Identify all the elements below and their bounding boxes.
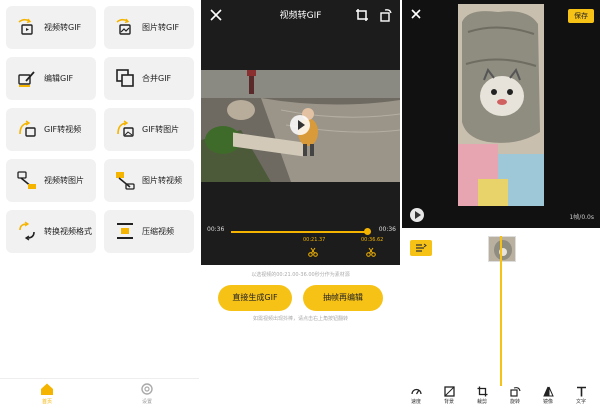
scissor-end-icon[interactable] [366, 247, 376, 257]
timeline-playhead[interactable] [500, 236, 502, 386]
gif-to-image-icon [117, 120, 134, 137]
tile-image-to-gif[interactable]: 图片转GIF [104, 6, 194, 49]
gif-to-video-icon [19, 120, 36, 137]
frames-icon [416, 243, 427, 252]
tile-compress-video[interactable]: 压缩视频 [104, 210, 194, 253]
rotate-icon[interactable] [379, 8, 393, 22]
tool-label: 裁剪 [476, 399, 487, 405]
tile-gif-to-image[interactable]: GIF转图片 [104, 108, 194, 151]
tile-label: GIF转图片 [142, 125, 180, 134]
time-start: 00:36 [207, 226, 225, 233]
frames-toggle-button[interactable] [410, 240, 432, 256]
tool-label: 文字 [575, 399, 586, 405]
tile-convert-format[interactable]: 转换视频格式 [6, 210, 96, 253]
direct-generate-button[interactable]: 直接生成GIF [218, 285, 292, 311]
tool-label: 旋转 [509, 399, 520, 405]
tile-video-to-image[interactable]: 视频转图片 [6, 159, 96, 202]
video-to-gif-icon [18, 18, 33, 35]
marker-start-time: 00:21.37 [303, 237, 326, 243]
trim-timeline[interactable]: 00:36 00:36 00:21.37 00:36.62 [201, 220, 400, 260]
source-hint: 以选视频的00:21.00-36.00秒分作为素材源 [251, 272, 350, 278]
nav-label: 首页 [41, 399, 52, 405]
frame-thumbnail[interactable] [488, 236, 516, 262]
mirror-icon [542, 386, 554, 397]
tile-label: GIF转视频 [44, 125, 82, 134]
play-button[interactable] [410, 208, 424, 222]
frame-rate: 1帧/0.0s [569, 214, 594, 221]
home-screen: 视频转GIF 图片转GIF 编辑GIF 合并GIF GIF转视频 GIF转图片 [0, 0, 199, 410]
background-icon [443, 386, 455, 397]
video-to-image-icon [17, 171, 36, 189]
timeline-knob[interactable] [364, 228, 372, 235]
edit-toolbar: 速度 背景 裁剪 旋转 镜像 文字 [402, 384, 600, 410]
tool-speed[interactable]: 速度 [402, 386, 430, 405]
rotate-icon [509, 387, 521, 397]
tile-merge-gif[interactable]: 合并GIF [104, 57, 194, 100]
save-button[interactable]: 保存 [568, 9, 594, 23]
tool-label: 背景 [443, 399, 454, 405]
tool-mirror[interactable]: 镜像 [534, 386, 562, 405]
tile-label: 视频转GIF [44, 23, 82, 32]
bottom-nav: 首页 设置 [0, 378, 199, 410]
video-to-gif-screen: 视频转GIF 00:36 00:36 00:21.37 00:36.62 以选视… [201, 0, 400, 410]
scissor-start-icon[interactable] [308, 247, 318, 257]
home-icon [41, 383, 53, 395]
tool-label: 镜像 [542, 399, 553, 405]
nav-settings[interactable]: 设置 [127, 382, 167, 405]
video-area: 视频转GIF 00:36 00:36 00:21.37 00:36.62 [201, 0, 400, 265]
tile-label: 图片转GIF [142, 23, 180, 32]
tool-text[interactable]: 文字 [567, 386, 595, 405]
close-icon[interactable] [410, 8, 422, 20]
tile-label: 视频转图片 [44, 176, 84, 185]
screenshot-root: 视频转GIF 图片转GIF 编辑GIF 合并GIF GIF转视频 GIF转图片 [0, 0, 600, 410]
frame-picture [458, 4, 544, 206]
image-to-video-icon [116, 172, 135, 190]
speed-icon [410, 388, 422, 395]
tile-edit-gif[interactable]: 编辑GIF [6, 57, 96, 100]
tile-label: 合并GIF [142, 74, 172, 83]
gif-frame-image[interactable] [458, 4, 544, 206]
crop-icon[interactable] [355, 8, 369, 22]
editor-preview: 保存 1帧/0.0s [402, 0, 600, 228]
merge-gif-icon [116, 69, 134, 87]
nav-home[interactable]: 首页 [27, 382, 67, 405]
edit-gif-icon [18, 71, 35, 87]
compress-video-icon [117, 223, 133, 239]
flip-hint: 如需视频出现抖棒，请点击右上角按钮翻转 [252, 316, 348, 322]
tool-label: 速度 [410, 399, 421, 405]
extract-frames-button[interactable]: 抽帧再编辑 [303, 285, 383, 311]
marker-end-time: 00:36.62 [361, 237, 384, 243]
tile-label: 压缩视频 [142, 227, 174, 236]
gif-editor-screen: 保存 1帧/0.0s 速度 背景 裁剪 旋转 镜像 文字 [402, 0, 600, 410]
text-icon [576, 386, 586, 397]
timeline-track[interactable] [231, 231, 368, 233]
crop-icon [477, 386, 487, 397]
tool-rotate[interactable]: 旋转 [501, 386, 529, 405]
tile-label: 转换视频格式 [44, 227, 92, 236]
nav-label: 设置 [141, 399, 152, 405]
tile-label: 编辑GIF [44, 74, 74, 83]
header: 视频转GIF [201, 0, 400, 30]
convert-format-icon [19, 221, 35, 241]
tool-background[interactable]: 背景 [435, 386, 463, 405]
page-title: 视频转GIF [279, 11, 322, 21]
tool-crop[interactable]: 裁剪 [468, 386, 496, 405]
time-end: 00:36 [378, 226, 396, 233]
tile-gif-to-video[interactable]: GIF转视频 [6, 108, 96, 151]
tile-image-to-video[interactable]: 图片转视频 [104, 159, 194, 202]
image-to-gif-icon [116, 18, 131, 35]
tile-label: 图片转视频 [142, 176, 182, 185]
frame-thumbnail-picture [489, 237, 515, 261]
tile-video-to-gif[interactable]: 视频转GIF [6, 6, 96, 49]
settings-icon [141, 383, 153, 395]
play-button[interactable] [290, 115, 310, 135]
